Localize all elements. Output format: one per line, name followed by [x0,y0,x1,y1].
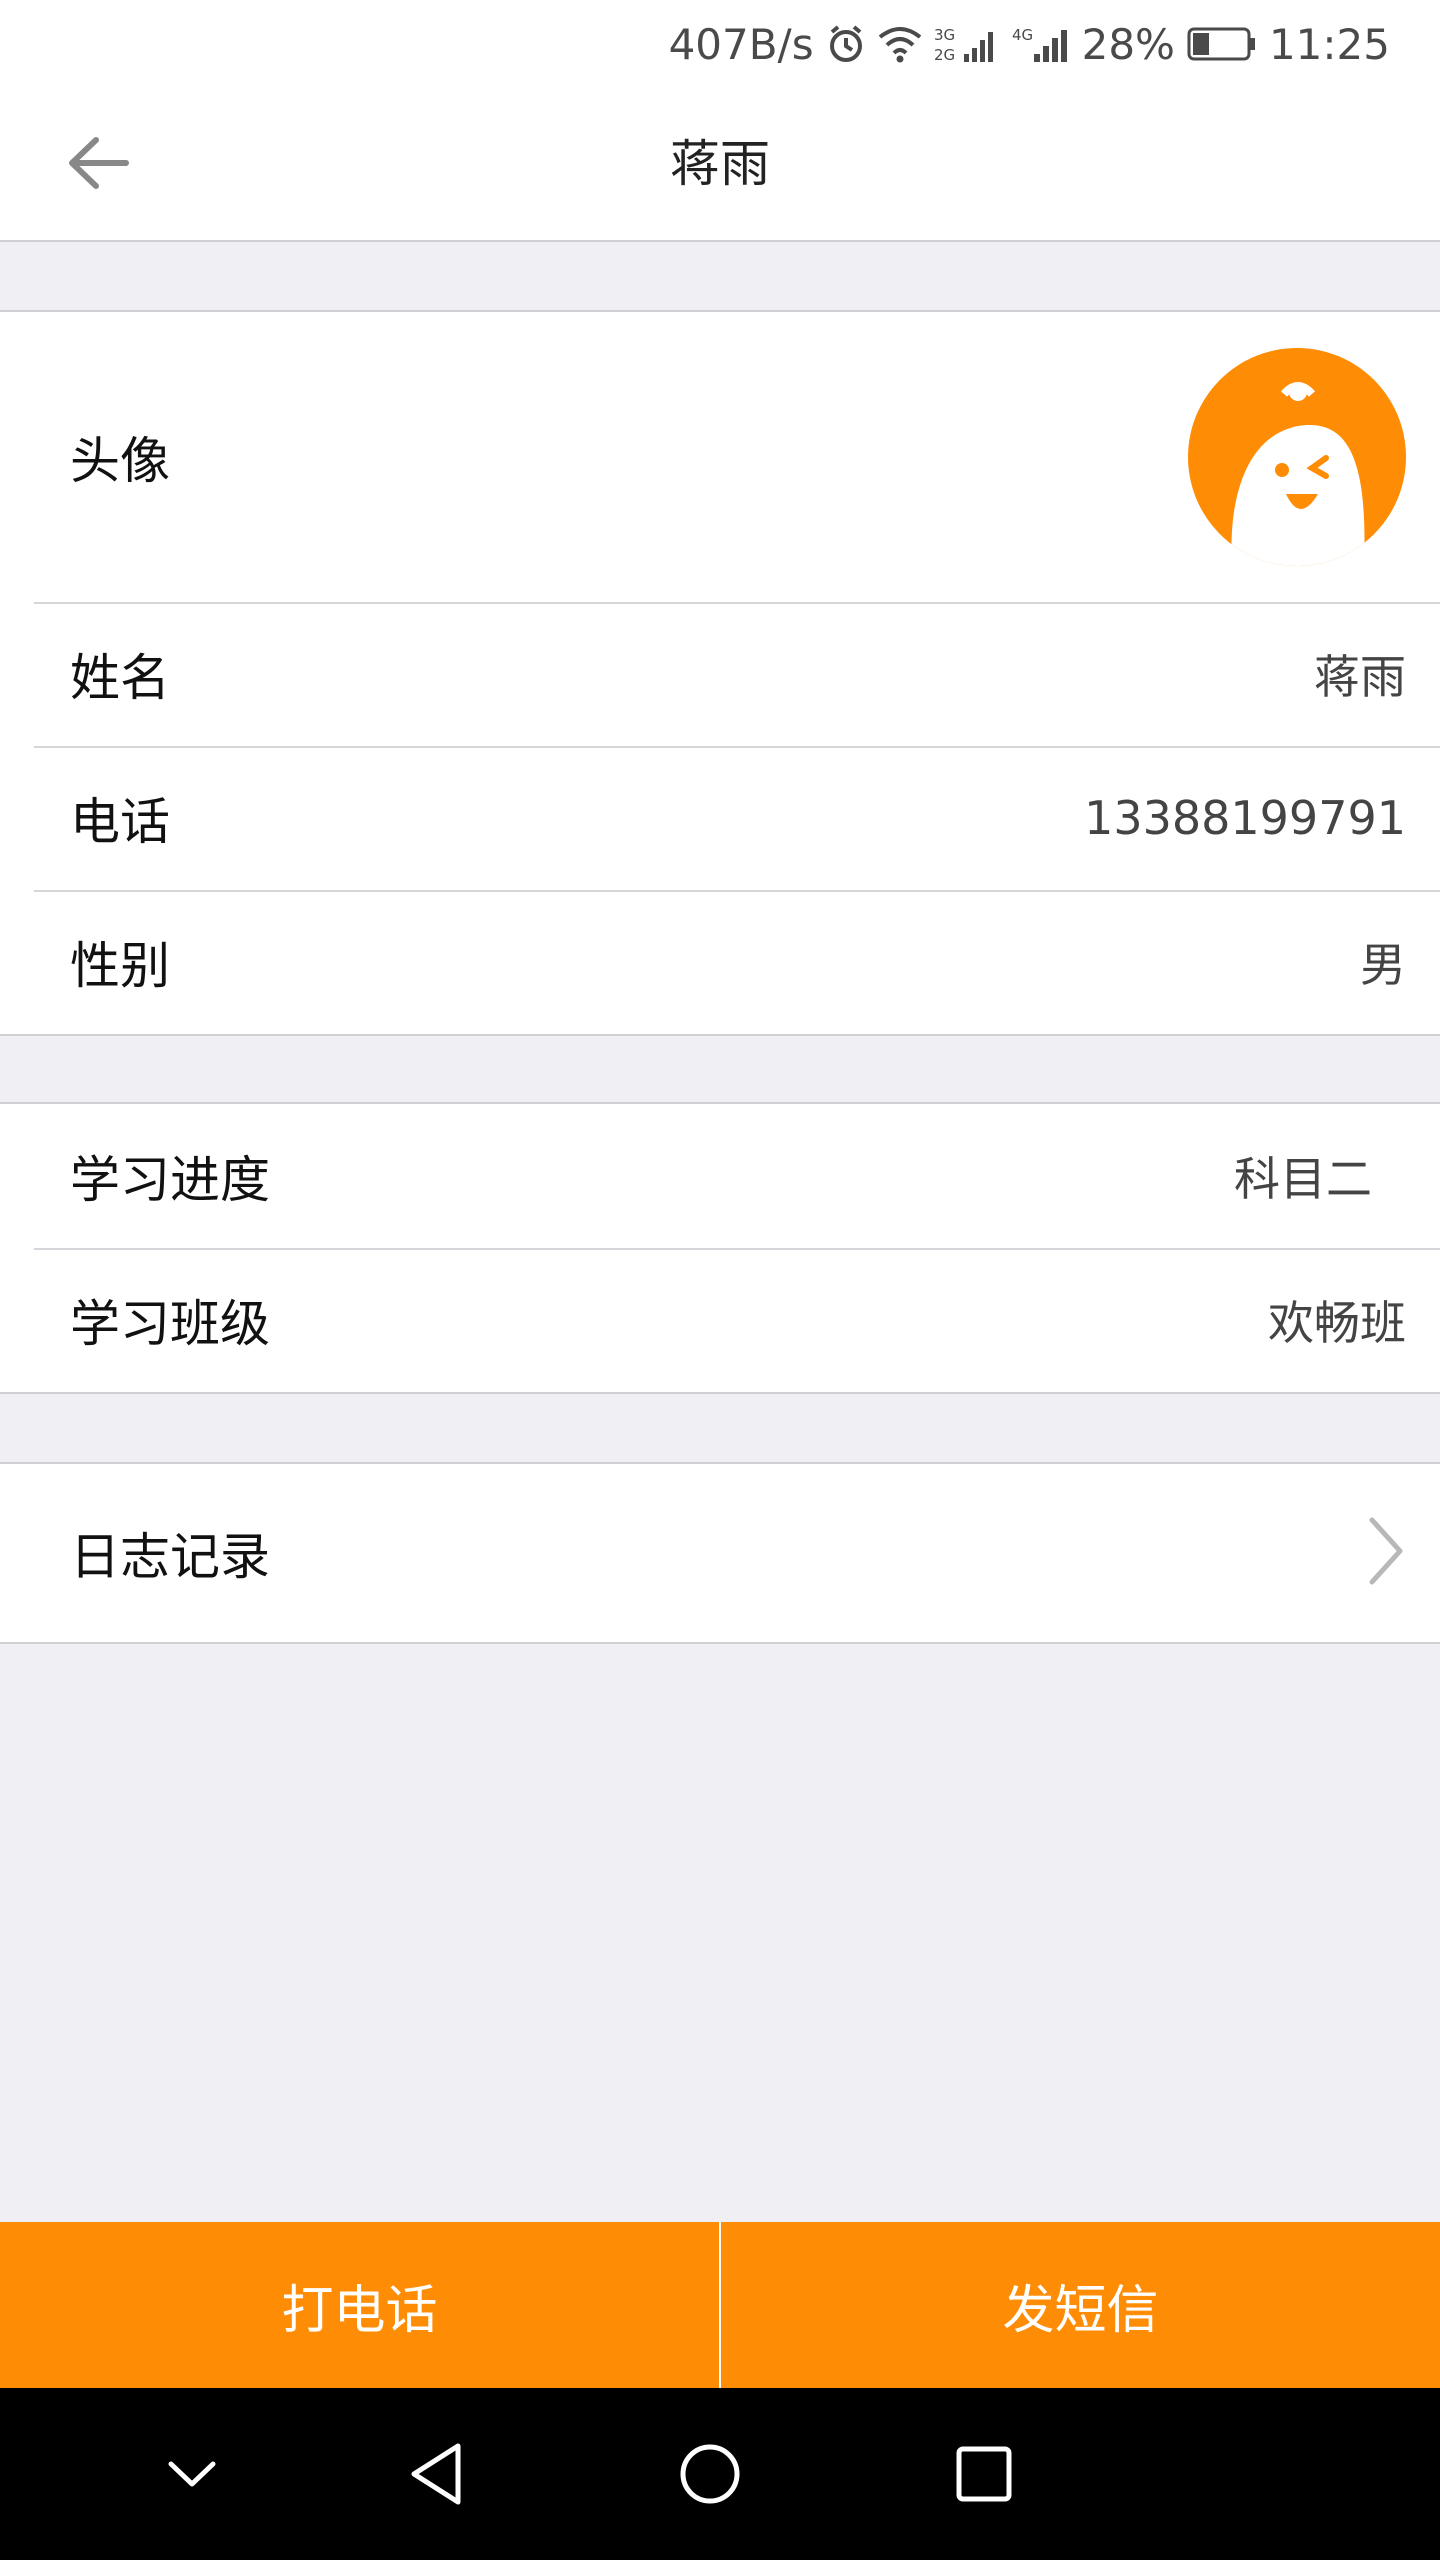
svg-text:3G: 3G [934,26,955,44]
avatar-label: 头像 [70,432,170,490]
progress-value: 科目二 [1234,1152,1372,1206]
log-label: 日志记录 [70,1528,270,1586]
class-value: 欢畅班 [1268,1296,1406,1350]
name-label: 姓名 [70,649,170,707]
class-label: 学习班级 [70,1295,270,1353]
log-row[interactable]: 日志记录 [0,1464,1440,1642]
mascot-icon [1231,382,1365,566]
signal-3g-2g-icon: 3G 2G [934,24,1000,64]
net-speed: 407B/s [668,19,814,69]
clock: 11:25 [1268,19,1390,69]
chevron-right-icon [1366,1516,1406,1590]
gender-row[interactable]: 性别 男 [0,890,1440,1034]
battery-percent: 28% [1081,19,1175,69]
log-group: 日志记录 [0,1462,1440,1644]
nav-bar: 蒋雨 [0,88,1440,242]
gender-label: 性别 [70,937,170,995]
signal-4g-icon: 4G [1012,24,1070,64]
status-bar: 407B/s 3G 2G 4G 28% 11:25 [0,0,1440,88]
phone-row[interactable]: 电话 13388199791 [0,746,1440,890]
back-triangle-icon[interactable] [396,2434,476,2514]
phone-value: 13388199791 [1084,791,1406,845]
recents-square-icon[interactable] [944,2434,1024,2514]
progress-row[interactable]: 学习进度 科目二 [0,1104,1440,1248]
sms-button[interactable]: 发短信 [719,2222,1440,2388]
avatar-row[interactable]: 头像 [0,312,1440,602]
chevron-down-icon[interactable] [152,2434,232,2514]
call-button[interactable]: 打电话 [0,2222,719,2388]
gender-value: 男 [1360,938,1406,992]
system-nav-bar [0,2388,1440,2560]
class-row[interactable]: 学习班级 欢畅班 [0,1248,1440,1392]
home-circle-icon[interactable] [670,2434,750,2514]
action-bar: 打电话 发短信 [0,2222,1440,2388]
study-group: 学习进度 科目二 学习班级 欢畅班 [0,1102,1440,1394]
wifi-icon [878,25,922,63]
battery-icon [1187,26,1257,62]
name-value: 蒋雨 [1314,650,1406,704]
avatar[interactable] [1188,348,1406,566]
name-row[interactable]: 姓名 蒋雨 [0,602,1440,746]
progress-label: 学习进度 [70,1151,270,1209]
app-root: 407B/s 3G 2G 4G 28% 11:25 蒋雨 头像 姓名 蒋雨 电话… [0,0,1440,2560]
svg-text:4G: 4G [1012,26,1033,44]
alarm-icon [826,24,866,64]
svg-text:2G: 2G [934,46,955,64]
profile-group: 头像 姓名 蒋雨 电话 13388199791 性别 男 [0,310,1440,1036]
phone-label: 电话 [70,793,170,851]
page-title: 蒋雨 [670,135,770,193]
